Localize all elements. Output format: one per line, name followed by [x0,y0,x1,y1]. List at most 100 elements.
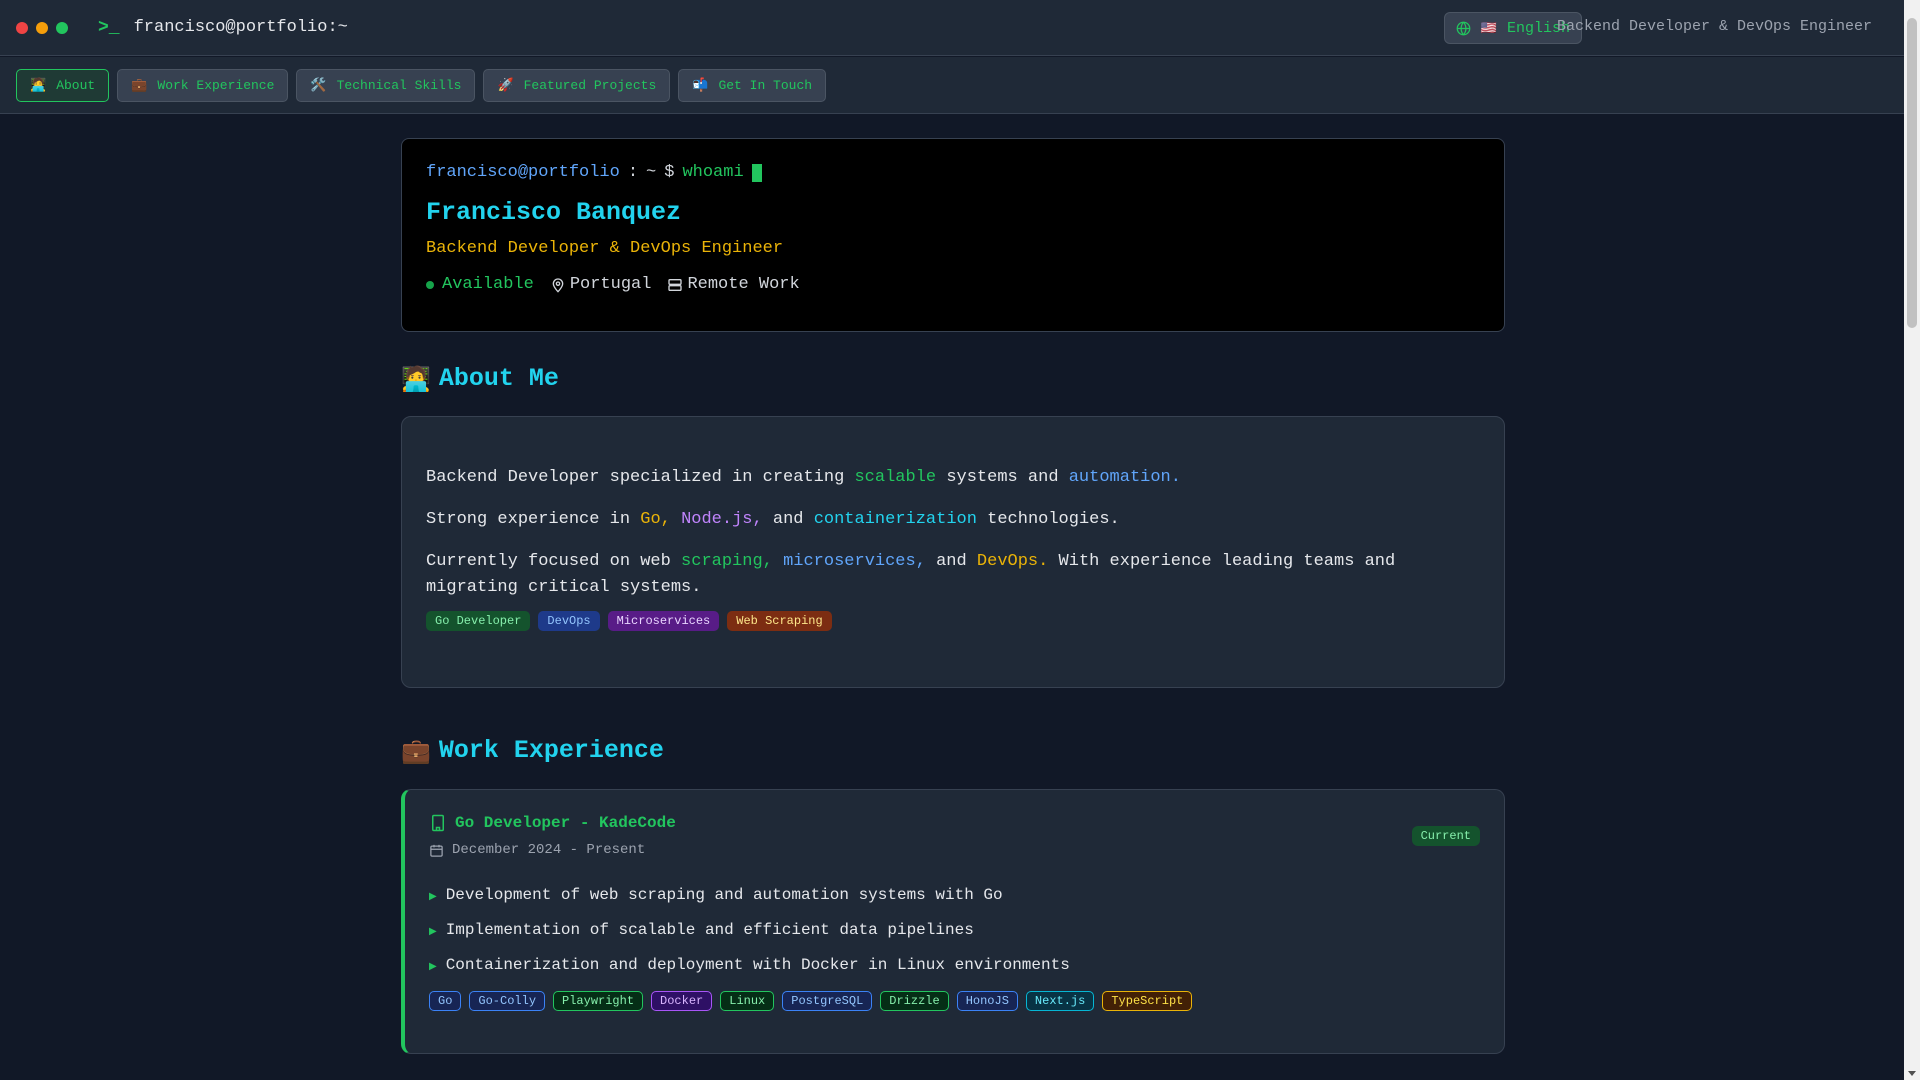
technologist-icon: 🧑‍💻 [30,77,47,93]
bullet-text: Containerization and deployment with Doc… [445,956,1070,974]
close-window-dot[interactable] [16,21,28,34]
rocket-icon: 🚀 [497,77,514,93]
terminal-prompt-icon: >_ [98,17,120,38]
text: and [772,510,804,529]
prompt-dollar: $ [664,163,675,182]
about-tags: Go Developer DevOps Microservices Web Sc… [426,611,1480,631]
mailbox-icon: 📬 [692,77,709,93]
command-line: francisco@portfolio : ~ $ whoami [426,163,1480,182]
job-dates-label: December 2024 - Present [452,842,646,858]
briefcase-icon: 💼 [131,77,148,93]
location-label: Portugal [569,275,652,294]
nav-technical-skills-button[interactable]: 🛠️ Technical Skills [296,68,476,102]
job-title-label: Go Developer - KadeCode [455,814,676,832]
window-title: francisco@portfolio:~ [133,18,348,37]
globe-icon [1456,21,1471,35]
list-item: ▶ Development of web scraping and automa… [429,886,1480,904]
building-icon [432,814,444,832]
tech-badge: Go-Colly [469,991,546,1011]
tech-badge: TypeScript [1102,991,1193,1011]
main-content: francisco@portfolio : ~ $ whoami Francis… [401,138,1505,1054]
nav-about-button[interactable]: 🧑‍💻 About [16,68,110,102]
bullet-text: Implementation of scalable and efficient… [445,921,974,939]
list-item: ▶ Containerization and deployment with D… [429,956,1480,974]
tech-badge: PostgreSQL [782,991,873,1011]
about-section-heading: 🧑‍💻 About Me [401,364,1505,393]
text: systems and [946,468,1059,487]
minimize-window-dot[interactable] [36,21,48,34]
status-dot-icon [426,280,434,289]
header-role-text: Backend Developer & DevOps Engineer [1556,18,1872,35]
nav-label: Get In Touch [718,77,813,93]
job-card: Go Developer - KadeCode December 2024 - … [401,789,1505,1054]
highlight: containerization [813,510,977,529]
highlight: microservices, [783,552,926,571]
current-badge: Current [1411,826,1480,846]
scroll-down-arrow-icon[interactable] [1908,1071,1916,1076]
nav-label: About [56,77,96,93]
map-pin-icon [552,277,564,293]
blinking-cursor [751,163,762,182]
prompt-separator: : [627,163,639,182]
job-dates: December 2024 - Present [429,842,1480,858]
tech-badge: Next.js [1025,991,1095,1011]
text: Strong experience in [426,510,631,529]
availability-status: Available [426,275,534,294]
triangle-right-icon: ▶ [429,891,437,902]
tools-icon: 🛠️ [310,77,327,93]
bullet-text: Development of web scraping and automati… [445,886,1003,904]
highlight: automation. [1068,468,1181,487]
prompt-path: ~ [646,163,657,182]
job-bullets: ▶ Development of web scraping and automa… [429,886,1480,974]
about-card: Backend Developer specialized in creatin… [401,416,1505,688]
highlight: scraping, [681,552,773,571]
tech-badge: Docker [651,991,713,1011]
tech-badge: HonoJS [956,991,1018,1011]
about-title: About Me [438,364,559,393]
work-mode-label: Remote Work [687,275,800,294]
nav-featured-projects-button[interactable]: 🚀 Featured Projects [483,68,671,102]
prompt-user: francisco@portfolio [426,163,620,182]
tag-badge: Microservices [607,611,720,631]
work-section-heading: 💼 Work Experience [401,736,1505,765]
tech-badge: Drizzle [880,991,949,1011]
tag-badge: Go Developer [426,611,531,631]
scrollbar-thumb[interactable] [1907,18,1917,328]
highlight: Go, [640,510,671,529]
location: Portugal [550,275,652,294]
nav-label: Featured Projects [523,77,657,93]
page-scrollbar[interactable] [1904,0,1920,1080]
maximize-window-dot[interactable] [56,21,68,34]
tech-badge: Go [429,991,462,1011]
about-paragraph-1: Backend Developer specialized in creatin… [426,465,1480,491]
list-item: ▶ Implementation of scalable and efficie… [429,921,1480,939]
job-title: Go Developer - KadeCode [429,814,1480,832]
highlight: Node.js, [681,510,763,529]
command-text: whoami [682,163,744,182]
nav-label: Technical Skills [336,77,462,93]
job-tech-tags: Go Go-Colly Playwright Docker Linux Post… [429,991,1480,1011]
tag-badge: Web Scraping [727,611,832,631]
calendar-icon [430,844,443,857]
profile-role: Backend Developer & DevOps Engineer [426,239,784,258]
profile-meta: Available Portugal Remote Work [426,275,1480,294]
text: Currently focused on web [426,552,671,571]
title-bar: >_ francisco@portfolio:~ 🇺🇸 English Back… [0,0,1904,56]
nav-get-in-touch-button[interactable]: 📬 Get In Touch [678,68,827,102]
server-icon [668,278,683,291]
whoami-terminal-card: francisco@portfolio : ~ $ whoami Francis… [401,138,1505,332]
triangle-right-icon: ▶ [429,961,437,972]
us-flag-icon: 🇺🇸 [1480,20,1497,36]
nav-label: Work Experience [157,77,275,93]
triangle-right-icon: ▶ [429,926,437,937]
technologist-icon: 🧑‍💻 [401,364,431,393]
section-nav: 🧑‍💻 About 💼 Work Experience 🛠️ Technical… [0,57,1904,114]
tech-badge: Linux [720,991,775,1011]
highlight: DevOps. [976,552,1049,571]
text: and [936,552,967,571]
work-title: Work Experience [438,736,664,765]
tag-badge: DevOps [538,611,600,631]
about-paragraph-3: Currently focused on web scraping, micro… [426,549,1480,601]
nav-work-experience-button[interactable]: 💼 Work Experience [117,68,289,102]
tech-badge: Playwright [553,991,644,1011]
